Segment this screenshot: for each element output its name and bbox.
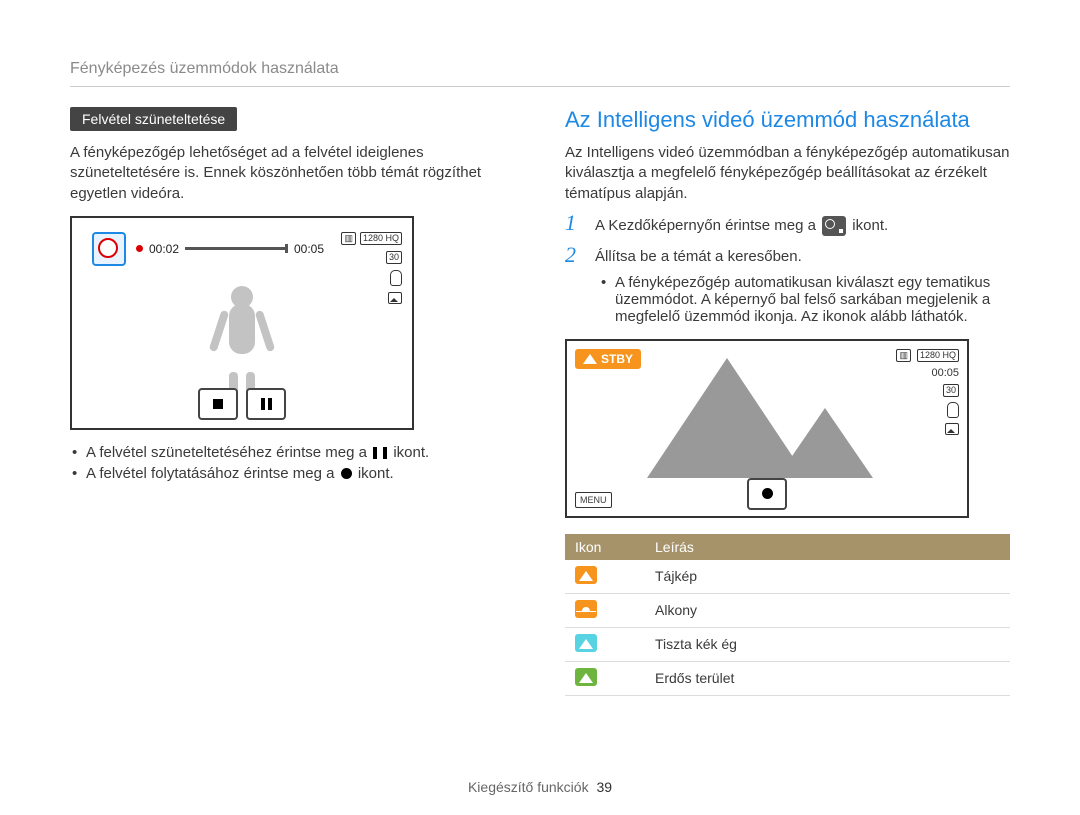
- remaining-time: 00:05: [931, 367, 959, 379]
- content-columns: Felvétel szüneteltetése A fényképezőgép …: [70, 107, 1010, 696]
- record-icon: [762, 488, 773, 499]
- stop-icon: [213, 399, 223, 409]
- rec-timeline: 00:02 00:05: [92, 240, 324, 258]
- step-number: 2: [565, 244, 585, 266]
- breadcrumb: Fényképezés üzemmódok használata: [70, 60, 1010, 87]
- blue-sky-icon: [575, 634, 597, 652]
- text: A felvétel folytatásához érintse meg a: [86, 465, 339, 482]
- manual-page: Fényképezés üzemmódok használata Felvéte…: [0, 0, 1080, 815]
- record-icon: [341, 468, 352, 479]
- pause-icon: [261, 398, 272, 410]
- label: Alkony: [645, 593, 1010, 627]
- recording-dot-icon: [136, 245, 143, 252]
- sub-instruction-list: A fényképezőgép automatikusan kiválaszt …: [601, 274, 1010, 325]
- forest-icon: [575, 668, 597, 686]
- text: ikont.: [848, 217, 888, 234]
- step-2: 2 Állítsa be a témát a keresőben.: [565, 244, 1010, 266]
- resolution-badge: 1280 HQ: [917, 349, 959, 362]
- intro-text: A fényképezőgép lehetőséget ad a felvéte…: [70, 143, 515, 204]
- step-text: A Kezdőképernyőn érintse meg a ikont.: [595, 212, 888, 236]
- battery-icon: ▥: [341, 232, 356, 245]
- text: ikont.: [354, 465, 394, 482]
- menu-button[interactable]: MENU: [575, 492, 612, 508]
- landscape-icon: [575, 566, 597, 584]
- text: ikont.: [389, 444, 429, 461]
- stby-badge: STBY: [575, 349, 641, 369]
- label: Tiszta kék ég: [645, 627, 1010, 661]
- stop-button[interactable]: [198, 388, 238, 420]
- sub-instruction-item: A fényképezőgép automatikusan kiválaszt …: [601, 274, 1010, 325]
- playback-controls: [198, 388, 286, 420]
- stby-label: STBY: [601, 352, 633, 366]
- landscape-icon: [583, 354, 597, 364]
- camera-preview-pause: 00:02 00:05 ▥ 1280 HQ 30: [70, 216, 414, 430]
- scene-icon-table: Ikon Leírás Tájkép Alkony Tiszta kék ég: [565, 534, 1010, 696]
- col-desc: Leírás: [645, 534, 1010, 560]
- table-row: Alkony: [565, 593, 1010, 627]
- camera-preview-smart: STBY ▥ 1280 HQ 00:05 30 MENU: [565, 339, 969, 518]
- label: Tájkép: [645, 560, 1010, 594]
- timeline-track: [185, 247, 288, 250]
- remaining-time: 00:05: [294, 242, 324, 256]
- mic-icon: [390, 270, 402, 286]
- smart-video-mode-icon: [822, 216, 846, 236]
- playback-controls: [747, 478, 787, 510]
- instruction-item: A felvétel folytatásához érintse meg a i…: [70, 465, 515, 482]
- label: Erdős terület: [645, 661, 1010, 695]
- status-icon-stack: ▥ 1280 HQ 00:05 30: [896, 349, 959, 435]
- step-number: 1: [565, 212, 585, 234]
- gallery-icon: [388, 292, 402, 304]
- mountain-small-icon: [777, 408, 873, 478]
- left-column: Felvétel szüneteltetése A fényképezőgép …: [70, 107, 515, 696]
- page-footer: Kiegészítő funkciók 39: [0, 779, 1080, 795]
- battery-icon: ▥: [896, 349, 911, 362]
- page-number: 39: [596, 779, 612, 795]
- record-button[interactable]: [747, 478, 787, 510]
- step-1: 1 A Kezdőképernyőn érintse meg a ikont.: [565, 212, 1010, 236]
- table-row: Tájkép: [565, 560, 1010, 594]
- elapsed-time: 00:02: [149, 242, 179, 256]
- step-text: Állítsa be a témát a keresőben.: [595, 244, 802, 265]
- instruction-list: A felvétel szüneteltetéséhez érintse meg…: [70, 444, 515, 482]
- frame-rate-badge: 30: [386, 251, 402, 264]
- gallery-icon: [945, 423, 959, 435]
- section-title: Az Intelligens videó üzemmód használata: [565, 107, 1010, 133]
- pause-button[interactable]: [246, 388, 286, 420]
- table-row: Erdős terület: [565, 661, 1010, 695]
- record-mode-icon: [92, 232, 126, 266]
- intro-text: Az Intelligens videó üzemmódban a fényké…: [565, 143, 1010, 204]
- right-column: Az Intelligens videó üzemmód használata …: [565, 107, 1010, 696]
- instruction-item: A felvétel szüneteltetéséhez érintse meg…: [70, 444, 515, 461]
- footer-section: Kiegészítő funkciók: [468, 779, 589, 795]
- mic-icon: [947, 402, 959, 418]
- sunset-icon: [575, 600, 597, 618]
- resolution-badge: 1280 HQ: [360, 232, 402, 245]
- frame-rate-badge: 30: [943, 384, 959, 397]
- text: A felvétel szüneteltetéséhez érintse meg…: [86, 444, 371, 461]
- pause-icon: [373, 447, 387, 459]
- subject-silhouette: [221, 286, 263, 386]
- table-row: Tiszta kék ég: [565, 627, 1010, 661]
- col-icon: Ikon: [565, 534, 645, 560]
- section-pill: Felvétel szüneteltetése: [70, 107, 237, 131]
- status-icon-stack: ▥ 1280 HQ 30: [341, 232, 402, 304]
- text: A Kezdőképernyőn érintse meg a: [595, 217, 820, 234]
